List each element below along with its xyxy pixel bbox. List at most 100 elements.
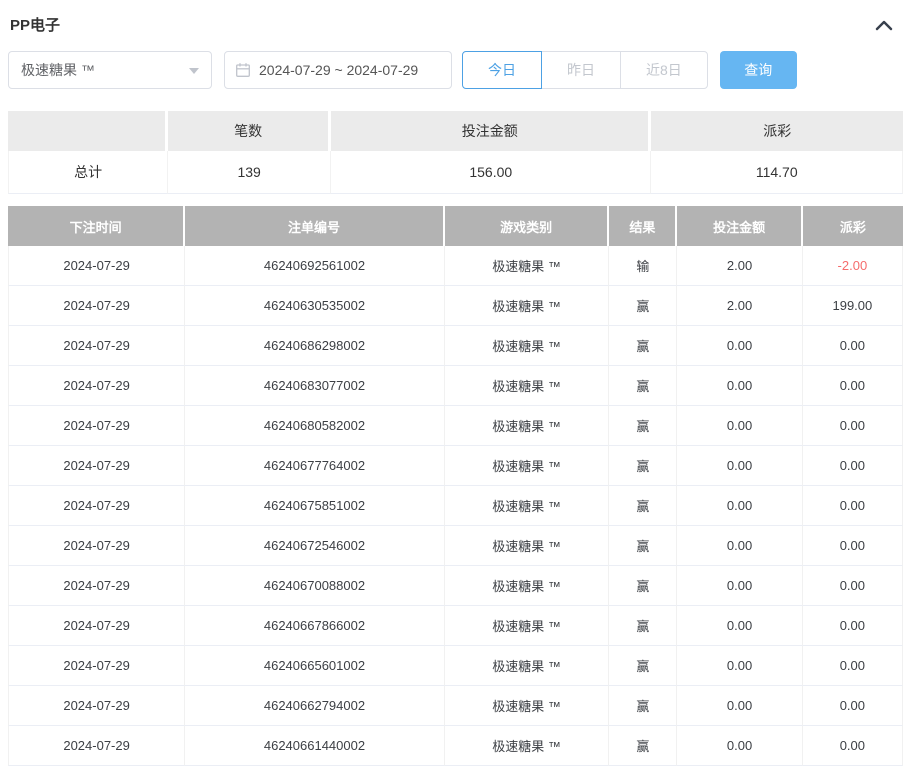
table-row: 2024-07-2946240667866002极速糖果 ™赢0.000.00 bbox=[8, 606, 903, 646]
table-row: 2024-07-2946240670088002极速糖果 ™赢0.000.00 bbox=[8, 566, 903, 606]
table-row: 2024-07-2946240675851002极速糖果 ™赢0.000.00 bbox=[8, 486, 903, 526]
summary-table: 笔数投注金额派彩 总计139156.00114.70 bbox=[8, 111, 903, 194]
cell-bet-amount: 0.00 bbox=[677, 646, 802, 686]
table-row: 2024-07-2946240665601002极速糖果 ™赢0.000.00 bbox=[8, 646, 903, 686]
cell-game-type: 极速糖果 ™ bbox=[445, 726, 610, 766]
cell-bet-amount: 0.00 bbox=[677, 326, 802, 366]
cell-bet-time: 2024-07-29 bbox=[8, 366, 185, 406]
summary-total-row: 总计139156.00114.70 bbox=[8, 151, 903, 194]
cell-bet-time: 2024-07-29 bbox=[8, 246, 185, 286]
records-header-bet-time: 下注时间 bbox=[8, 206, 185, 246]
cell-result: 赢 bbox=[609, 526, 677, 566]
cell-bet-time: 2024-07-29 bbox=[8, 526, 185, 566]
cell-bet-time: 2024-07-29 bbox=[8, 566, 185, 606]
cell-payout: 0.00 bbox=[803, 486, 903, 526]
table-row: 2024-07-2946240686298002极速糖果 ™赢0.000.00 bbox=[8, 326, 903, 366]
cell-bet-time: 2024-07-29 bbox=[8, 726, 185, 766]
cell-game-type: 极速糖果 ™ bbox=[445, 406, 610, 446]
cell-bet-amount: 2.00 bbox=[677, 286, 802, 326]
cell-bet-time: 2024-07-29 bbox=[8, 646, 185, 686]
cell-game-type: 极速糖果 ™ bbox=[445, 246, 610, 286]
summary-header-2: 投注金额 bbox=[331, 111, 651, 151]
cell-result: 赢 bbox=[609, 286, 677, 326]
cell-bet-id: 46240630535002 bbox=[185, 286, 445, 326]
cell-payout: 0.00 bbox=[803, 366, 903, 406]
cell-bet-id: 46240662794002 bbox=[185, 686, 445, 726]
game-select-value: 极速糖果 ™ bbox=[21, 60, 95, 80]
table-row: 2024-07-2946240692561002极速糖果 ™输2.00-2.00 bbox=[8, 246, 903, 286]
quick-range-group: 今日 昨日 近8日 bbox=[462, 51, 708, 89]
cell-bet-amount: 0.00 bbox=[677, 686, 802, 726]
table-row: 2024-07-2946240683077002极速糖果 ™赢0.000.00 bbox=[8, 366, 903, 406]
cell-bet-amount: 0.00 bbox=[677, 526, 802, 566]
cell-bet-amount: 0.00 bbox=[677, 606, 802, 646]
cell-bet-time: 2024-07-29 bbox=[8, 406, 185, 446]
page-title: PP电子 bbox=[10, 14, 60, 35]
cell-result: 赢 bbox=[609, 326, 677, 366]
cell-payout: 0.00 bbox=[803, 526, 903, 566]
table-row: 2024-07-2946240630535002极速糖果 ™赢2.00199.0… bbox=[8, 286, 903, 326]
filter-bar: 极速糖果 ™ 2024-07-29 ~ 2024-07-29 今日 昨日 近8日… bbox=[8, 51, 907, 89]
cell-game-type: 极速糖果 ™ bbox=[445, 566, 610, 606]
cell-bet-id: 46240675851002 bbox=[185, 486, 445, 526]
cell-result: 赢 bbox=[609, 606, 677, 646]
cell-bet-id: 46240667866002 bbox=[185, 606, 445, 646]
summary-cell-0: 总计 bbox=[8, 151, 168, 194]
cell-game-type: 极速糖果 ™ bbox=[445, 646, 610, 686]
date-range-value: 2024-07-29 ~ 2024-07-29 bbox=[259, 62, 418, 78]
cell-bet-amount: 0.00 bbox=[677, 406, 802, 446]
cell-bet-time: 2024-07-29 bbox=[8, 486, 185, 526]
cell-bet-amount: 2.00 bbox=[677, 246, 802, 286]
today-button[interactable]: 今日 bbox=[462, 51, 542, 89]
cell-payout: -2.00 bbox=[803, 246, 903, 286]
cell-payout: 0.00 bbox=[803, 606, 903, 646]
cell-result: 赢 bbox=[609, 486, 677, 526]
pp-electronic-panel: PP电子 极速糖果 ™ 2024-07-29 ~ 2024-07-29 bbox=[0, 0, 907, 766]
calendar-icon bbox=[235, 62, 251, 78]
cell-payout: 0.00 bbox=[803, 326, 903, 366]
panel-header: PP电子 bbox=[0, 0, 907, 35]
records-header-game-type: 游戏类别 bbox=[445, 206, 610, 246]
game-select[interactable]: 极速糖果 ™ bbox=[8, 51, 212, 89]
cell-result: 赢 bbox=[609, 406, 677, 446]
table-row: 2024-07-2946240672546002极速糖果 ™赢0.000.00 bbox=[8, 526, 903, 566]
summary-header-3: 派彩 bbox=[651, 111, 903, 151]
summary-header-0 bbox=[8, 111, 168, 151]
table-row: 2024-07-2946240661440002极速糖果 ™赢0.000.00 bbox=[8, 726, 903, 766]
last-8-days-button[interactable]: 近8日 bbox=[620, 51, 708, 89]
cell-result: 输 bbox=[609, 246, 677, 286]
cell-payout: 0.00 bbox=[803, 646, 903, 686]
date-range-input[interactable]: 2024-07-29 ~ 2024-07-29 bbox=[224, 51, 452, 89]
cell-game-type: 极速糖果 ™ bbox=[445, 366, 610, 406]
cell-payout: 0.00 bbox=[803, 406, 903, 446]
summary-cell-3: 114.70 bbox=[651, 151, 903, 194]
summary-cell-1: 139 bbox=[168, 151, 331, 194]
yesterday-button[interactable]: 昨日 bbox=[541, 51, 621, 89]
cell-game-type: 极速糖果 ™ bbox=[445, 606, 610, 646]
records-header-payout: 派彩 bbox=[803, 206, 903, 246]
chevron-down-icon bbox=[189, 68, 199, 79]
cell-payout: 0.00 bbox=[803, 566, 903, 606]
cell-bet-time: 2024-07-29 bbox=[8, 446, 185, 486]
cell-game-type: 极速糖果 ™ bbox=[445, 526, 610, 566]
summary-header-row: 笔数投注金额派彩 bbox=[8, 111, 903, 151]
cell-game-type: 极速糖果 ™ bbox=[445, 446, 610, 486]
cell-bet-amount: 0.00 bbox=[677, 366, 802, 406]
cell-game-type: 极速糖果 ™ bbox=[445, 686, 610, 726]
table-row: 2024-07-2946240662794002极速糖果 ™赢0.000.00 bbox=[8, 686, 903, 726]
cell-bet-id: 46240686298002 bbox=[185, 326, 445, 366]
cell-bet-time: 2024-07-29 bbox=[8, 686, 185, 726]
cell-result: 赢 bbox=[609, 686, 677, 726]
cell-payout: 0.00 bbox=[803, 446, 903, 486]
cell-bet-amount: 0.00 bbox=[677, 486, 802, 526]
cell-result: 赢 bbox=[609, 646, 677, 686]
cell-result: 赢 bbox=[609, 366, 677, 406]
cell-bet-id: 46240692561002 bbox=[185, 246, 445, 286]
collapse-chevron-up-icon[interactable] bbox=[875, 19, 893, 31]
summary-cell-2: 156.00 bbox=[331, 151, 651, 194]
cell-bet-time: 2024-07-29 bbox=[8, 606, 185, 646]
cell-result: 赢 bbox=[609, 566, 677, 606]
query-button[interactable]: 查询 bbox=[720, 51, 797, 89]
cell-bet-id: 46240677764002 bbox=[185, 446, 445, 486]
cell-bet-time: 2024-07-29 bbox=[8, 286, 185, 326]
